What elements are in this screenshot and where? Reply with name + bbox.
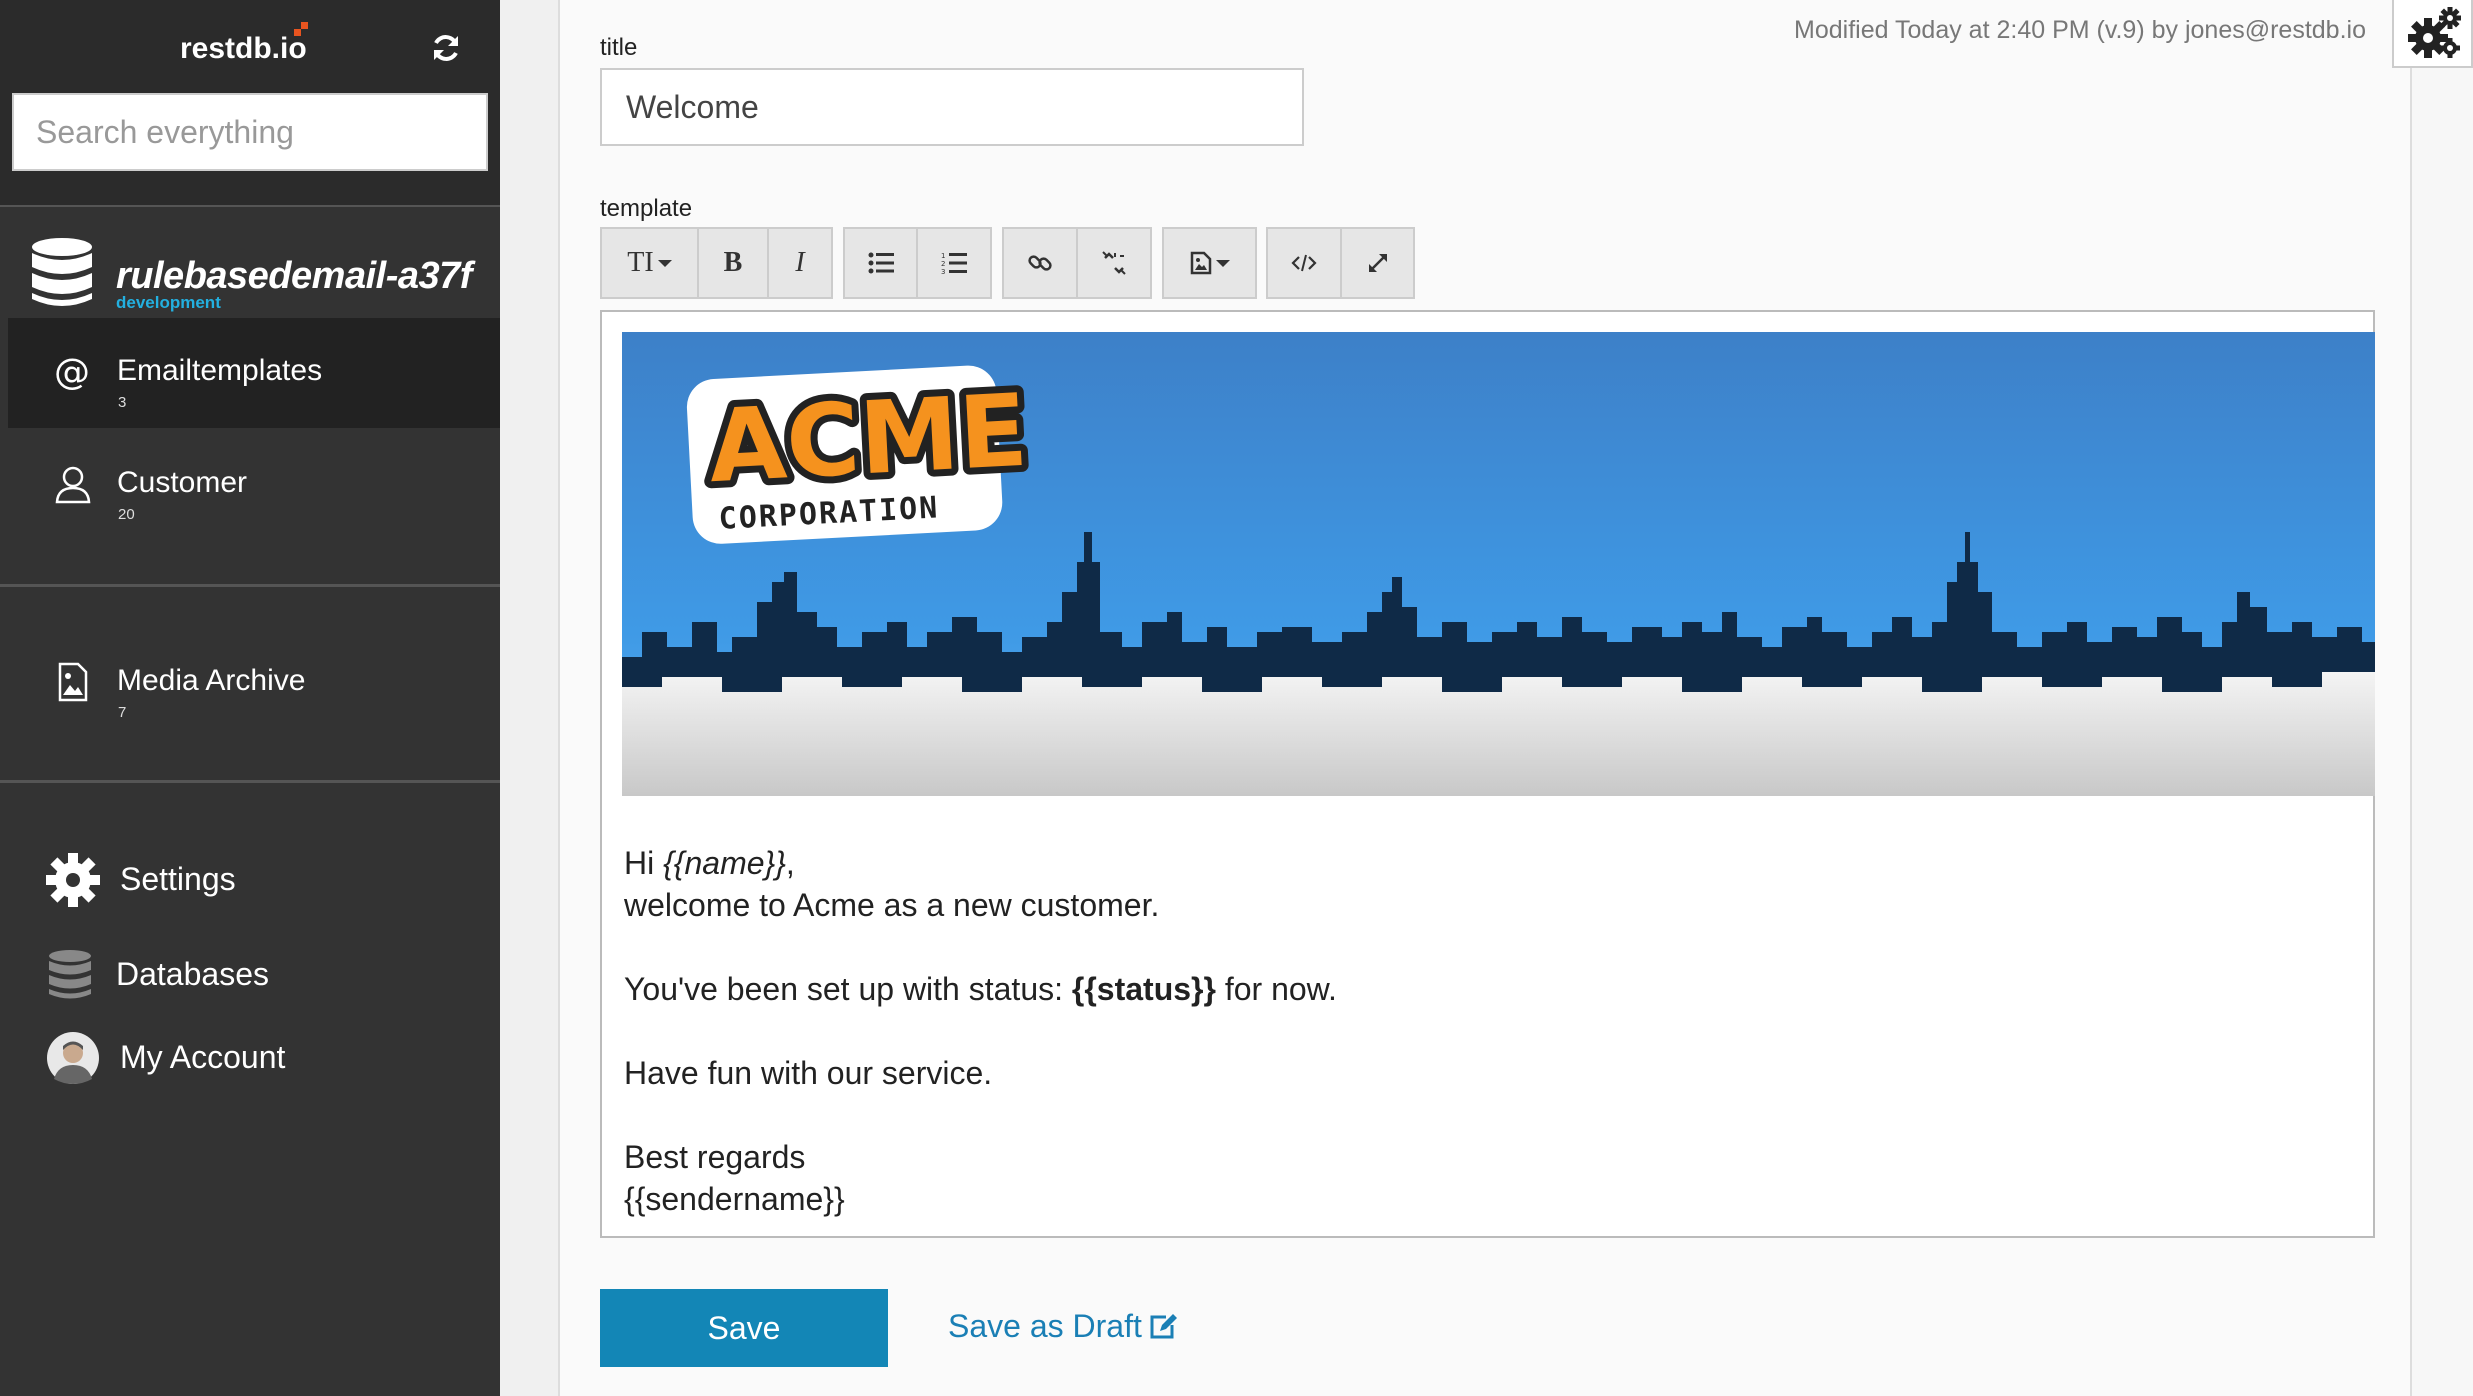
caret-down-icon — [657, 260, 672, 267]
sidebar-item-count: 7 — [118, 704, 127, 721]
name-variable: {{name}} — [663, 845, 786, 881]
title-label: title — [600, 34, 638, 61]
sidebar-header: restdb.io — [0, 0, 500, 205]
expand-icon — [1368, 254, 1387, 272]
user-icon — [55, 466, 91, 504]
save-as-draft-label: Save as Draft — [948, 1308, 1142, 1344]
refresh-icon[interactable] — [430, 32, 462, 64]
image-file-icon — [58, 662, 88, 702]
sidebar-item-label: Media Archive — [117, 664, 306, 697]
numbered-list-icon: 1 2 3 — [941, 252, 967, 275]
code-view-button[interactable] — [1268, 229, 1342, 297]
insert-image-button[interactable] — [1164, 229, 1255, 297]
italic-label: I — [795, 247, 805, 278]
toolbar-format-group: TI B I — [600, 227, 833, 299]
gears-icon — [2408, 7, 2461, 58]
sidebar-item-count: 3 — [118, 394, 127, 411]
sidebar-item-my-account[interactable]: My Account — [0, 1021, 500, 1091]
unlink-icon — [1102, 251, 1126, 275]
sidebar-item-label: Customer — [117, 466, 248, 499]
image-icon — [1190, 251, 1211, 275]
svg-text:2: 2 — [941, 260, 945, 268]
toolbar-media-group — [1162, 227, 1257, 299]
title-input[interactable] — [600, 68, 1304, 146]
search-input[interactable] — [12, 93, 488, 171]
greeting-line: Hi {{name}}, — [624, 845, 795, 881]
numbered-list-button[interactable]: 1 2 3 — [918, 229, 990, 297]
sidebar-item-media-archive[interactable]: Media Archive 7 — [8, 628, 500, 738]
divider — [0, 584, 500, 587]
bullet-list-button[interactable] — [845, 229, 918, 297]
logo-main-text: ACME — [706, 372, 1030, 506]
sidebar-item-customer[interactable]: Customer 20 — [8, 430, 500, 540]
database-header[interactable]: rulebasedemail-a37f development — [0, 207, 500, 317]
italic-button[interactable]: I — [769, 229, 831, 297]
toolbar-link-group — [1002, 227, 1152, 299]
svg-text:1: 1 — [941, 252, 945, 260]
closing-line: Best regards — [624, 1139, 806, 1175]
status-variable: {{status}} — [1071, 971, 1216, 1007]
font-size-label: TI — [627, 247, 654, 278]
save-as-draft-link[interactable]: Save as Draft — [948, 1308, 1178, 1345]
caret-down-icon — [1215, 260, 1230, 267]
modified-info: Modified Today at 2:40 PM (v.9) by jones… — [1794, 16, 2366, 44]
sidebar-item-databases[interactable]: Databases — [0, 938, 500, 1008]
save-button[interactable]: Save — [600, 1289, 888, 1367]
right-panel — [2410, 0, 2473, 1396]
at-icon: @ — [54, 352, 90, 392]
link-button[interactable] — [1004, 229, 1078, 297]
database-environment: development — [116, 293, 221, 312]
database-icon — [32, 238, 92, 306]
brand-mark-icon — [294, 22, 308, 36]
sidebar-item-count: 20 — [118, 506, 135, 523]
toolbar-list-group: 1 2 3 — [843, 227, 992, 299]
toolbar-view-group — [1266, 227, 1415, 299]
status-line: You've been set up with status: {{status… — [624, 971, 1337, 1007]
bullet-list-icon — [868, 252, 894, 274]
gear-icon — [46, 853, 100, 907]
banner-image: ACME ACME CORPORATION — [622, 332, 2375, 796]
unlink-button[interactable] — [1078, 229, 1150, 297]
fullscreen-button[interactable] — [1342, 229, 1413, 297]
sidebar: restdb.io rulebasedemail-a37f developmen… — [0, 0, 500, 1396]
sender-line: {{sendername}} — [624, 1181, 845, 1217]
settings-gears-button[interactable] — [2392, 0, 2473, 68]
my-account-label: My Account — [120, 1039, 286, 1075]
sidebar-item-settings[interactable]: Settings — [0, 843, 500, 913]
rich-text-editor[interactable]: ACME ACME CORPORATION Hi {{name}}, welco… — [600, 310, 2375, 1238]
code-icon — [1291, 254, 1317, 272]
sidebar-item-emailtemplates[interactable]: @ Emailtemplates 3 — [8, 318, 500, 428]
divider — [0, 780, 500, 783]
edit-icon — [1150, 1313, 1177, 1338]
email-body[interactable]: Hi {{name}}, welcome to Acme as a new cu… — [624, 842, 1337, 1220]
settings-label: Settings — [120, 861, 236, 897]
svg-text:@: @ — [54, 352, 90, 392]
brand-logo[interactable]: restdb.io — [180, 32, 307, 66]
avatar — [47, 1032, 99, 1084]
font-size-button[interactable]: TI — [602, 229, 699, 297]
sidebar-item-label: Emailtemplates — [117, 354, 323, 387]
bold-button[interactable]: B — [699, 229, 769, 297]
main-gutter — [500, 0, 560, 1396]
svg-text:3: 3 — [941, 268, 945, 275]
template-label: template — [600, 195, 693, 222]
bold-label: B — [723, 247, 743, 278]
welcome-line: welcome to Acme as a new customer. — [624, 887, 1160, 923]
fun-line: Have fun with our service. — [624, 1055, 993, 1091]
database-icon — [49, 950, 91, 999]
database-name: rulebasedemail-a37f — [116, 255, 472, 297]
databases-label: Databases — [116, 956, 269, 992]
link-icon — [1028, 255, 1052, 271]
